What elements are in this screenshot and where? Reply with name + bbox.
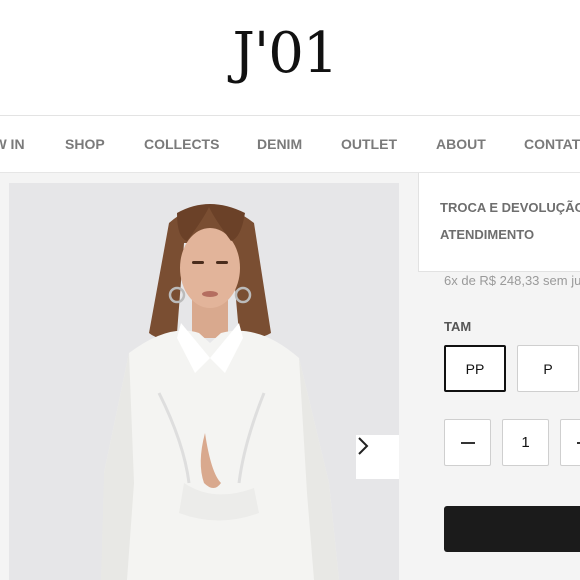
dropdown-item-atendimento[interactable]: ATENDIMENTO bbox=[440, 227, 534, 242]
product-image bbox=[9, 183, 399, 580]
nav-item-collects[interactable]: COLLECTS bbox=[144, 116, 219, 172]
plus-icon bbox=[576, 441, 580, 444]
nav-item-new-in[interactable]: NEW IN bbox=[0, 116, 25, 172]
chevron-right-icon bbox=[358, 437, 369, 455]
nav-item-contato[interactable]: CONTATO bbox=[524, 116, 580, 172]
size-option-label: PP bbox=[465, 360, 485, 377]
add-to-cart-button[interactable] bbox=[444, 506, 580, 552]
nav-item-shop[interactable]: SHOP bbox=[65, 116, 105, 172]
nav-item-about[interactable]: ABOUT bbox=[436, 116, 486, 172]
main-nav: NEW IN SHOP COLLECTS DENIM OUTLET ABOUT … bbox=[0, 116, 580, 173]
model-illustration bbox=[9, 183, 399, 580]
minus-icon bbox=[460, 441, 475, 444]
size-option-label: P bbox=[543, 360, 553, 377]
nav-item-outlet[interactable]: OUTLET bbox=[341, 116, 397, 172]
size-option-p[interactable]: P bbox=[517, 345, 579, 392]
contact-dropdown: TROCA E DEVOLUÇÃO ATENDIMENTO bbox=[418, 173, 580, 272]
quantity-number: 1 bbox=[521, 434, 530, 451]
quantity-increment-button[interactable] bbox=[560, 419, 580, 466]
size-label: TAM bbox=[444, 319, 472, 334]
size-option-pp[interactable]: PP bbox=[444, 345, 506, 392]
carousel-next-button[interactable] bbox=[356, 435, 399, 479]
installment-text: 6x de R$ 248,33 sem juros bbox=[444, 273, 580, 288]
brand-logo[interactable]: J'01 bbox=[0, 22, 570, 86]
dropdown-item-troca-devolucao[interactable]: TROCA E DEVOLUÇÃO bbox=[440, 200, 580, 215]
quantity-value[interactable]: 1 bbox=[502, 419, 549, 466]
quantity-decrement-button[interactable] bbox=[444, 419, 491, 466]
site-header: J'01 bbox=[0, 0, 580, 116]
nav-item-denim[interactable]: DENIM bbox=[257, 116, 302, 172]
